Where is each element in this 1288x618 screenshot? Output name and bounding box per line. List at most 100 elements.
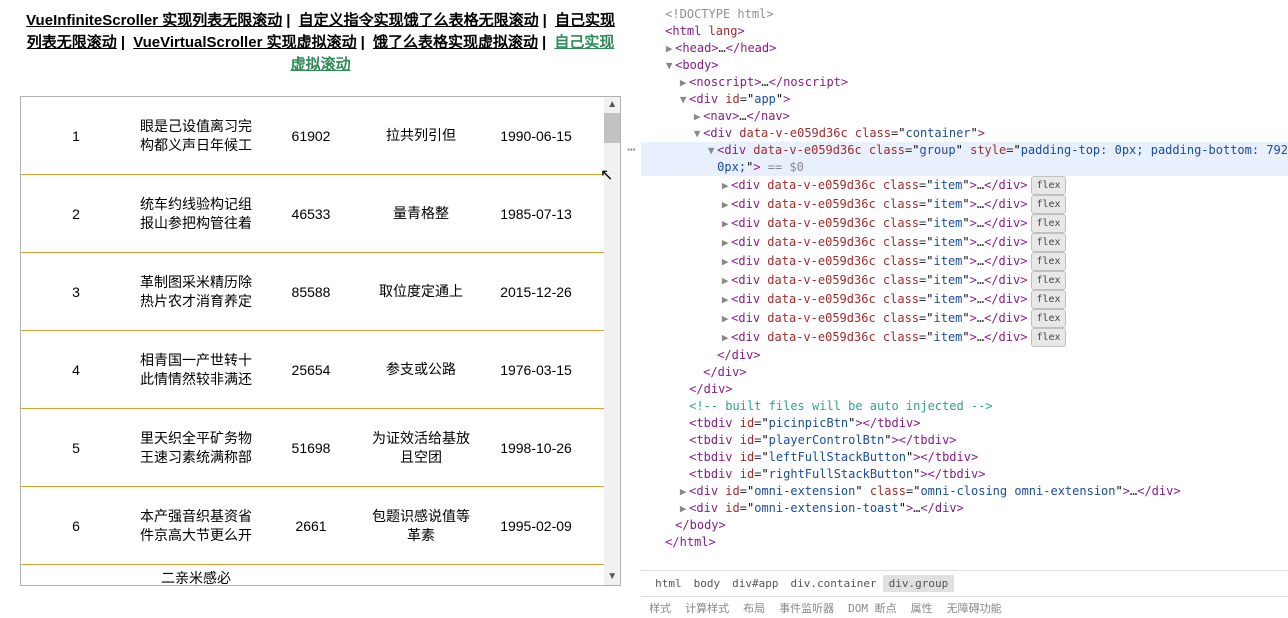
table-row: 二亲米感必 [21, 565, 604, 585]
cell-text1: 里天织全平矿务物王速习素统满称部 [131, 425, 261, 471]
expand-icon[interactable]: ▶ [719, 253, 731, 270]
nav-link-3[interactable]: VueVirtualScroller 实现虚拟滚动 [133, 34, 356, 51]
close-tag: </div> [717, 347, 760, 364]
toast-node[interactable]: <div id="omni-extension-toast">…</div> [689, 500, 964, 517]
nav-links: VueInfiniteScroller 实现列表无限滚动| 自定义指令实现饿了么… [20, 10, 621, 76]
expand-icon[interactable]: ▶ [719, 329, 731, 346]
breadcrumb-item[interactable]: div.group [883, 575, 955, 592]
tab-layout[interactable]: 布局 [743, 600, 765, 616]
cell-number: 51698 [261, 436, 361, 460]
tab-styles[interactable]: 样式 [649, 600, 671, 616]
tab-a11y[interactable]: 无障碍功能 [947, 600, 1002, 616]
item-node[interactable]: <div data-v-e059d36c class="item">…</div… [731, 177, 1027, 194]
flex-badge[interactable]: flex [1031, 252, 1065, 271]
expand-icon[interactable]: ▶ [719, 310, 731, 327]
nav-link-0[interactable]: VueInfiniteScroller 实现列表无限滚动 [26, 12, 282, 29]
devtools-elements-panel: <!DOCTYPE html> <html lang> ▶<head>…</he… [641, 0, 1288, 618]
group-node-line2[interactable]: 0px;"> == $0 [641, 159, 1288, 176]
comment-node[interactable]: <!-- built files will be auto injected -… [689, 398, 992, 415]
expand-icon[interactable]: ▶ [719, 196, 731, 213]
breadcrumb-item[interactable]: div#app [726, 575, 784, 592]
expand-icon[interactable]: ▶ [719, 272, 731, 289]
item-node[interactable]: <div data-v-e059d36c class="item">…</div… [731, 196, 1027, 213]
item-node[interactable]: <div data-v-e059d36c class="item">…</div… [731, 291, 1027, 308]
cell-text1: 革制图采米精历除热片农才消育养定 [131, 269, 261, 315]
item-node[interactable]: <div data-v-e059d36c class="item">…</div… [731, 310, 1027, 327]
group-node-selected[interactable]: ⋯ ▼ <div data-v-e059d36c class="group" s… [641, 142, 1288, 159]
cell-index [21, 575, 131, 583]
nav-link-1[interactable]: 自定义指令实现饿了么表格无限滚动 [299, 12, 539, 29]
noscript-node[interactable]: <noscript>…</noscript> [689, 74, 848, 91]
tab-computed[interactable]: 计算样式 [685, 600, 729, 616]
cell-text1: 二亲米感必 [131, 565, 261, 585]
head-node[interactable]: <head>…</head> [675, 40, 776, 57]
flex-badge[interactable]: flex [1031, 271, 1065, 290]
body-open[interactable]: <body> [675, 57, 718, 74]
ellipsis-icon[interactable]: ⋯ [627, 142, 635, 159]
cell-date: 1976-03-15 [481, 358, 591, 382]
table-row: 5 里天织全平矿务物王速习素统满称部 51698 为证效活给基放且空团 1998… [21, 409, 604, 487]
body-close: </body> [675, 517, 726, 534]
item-node[interactable]: <div data-v-e059d36c class="item">…</div… [731, 329, 1027, 346]
breadcrumb-item[interactable]: html [649, 575, 688, 592]
collapse-icon[interactable]: ▼ [705, 142, 717, 159]
scrollbar[interactable]: ▲ ▼ [604, 97, 620, 585]
cell-index: 6 [21, 514, 131, 538]
cell-index: 4 [21, 358, 131, 382]
cell-date: 1990-06-15 [481, 124, 591, 148]
tbdiv-node[interactable]: <tbdiv id="playerControlBtn"></tbdiv> [689, 432, 956, 449]
tab-listeners[interactable]: 事件监听器 [779, 600, 834, 616]
expand-icon[interactable]: ▶ [719, 234, 731, 251]
breadcrumb-item[interactable]: body [688, 575, 727, 592]
nav-node[interactable]: <nav>…</nav> [703, 108, 790, 125]
container-node[interactable]: <div data-v-e059d36c class="container"> [703, 125, 985, 142]
flex-badge[interactable]: flex [1031, 176, 1065, 195]
cell-text2: 量青格整 [361, 200, 481, 227]
item-node[interactable]: <div data-v-e059d36c class="item">…</div… [731, 253, 1027, 270]
doctype-node[interactable]: <!DOCTYPE html> [665, 6, 773, 23]
scroll-thumb[interactable] [604, 113, 620, 143]
item-node[interactable]: <div data-v-e059d36c class="item">…</div… [731, 272, 1027, 289]
expand-icon[interactable]: ▶ [719, 177, 731, 194]
styles-tabs: 样式 计算样式 布局 事件监听器 DOM 断点 属性 无障碍功能 [641, 596, 1288, 618]
table-row: 6 本产强音织基资省件京高大节更么开 2661 包题识感说值等革素 1995-0… [21, 487, 604, 565]
omni-node[interactable]: <div id="omni-extension" class="omni-clo… [689, 483, 1180, 500]
item-node[interactable]: <div data-v-e059d36c class="item">…</div… [731, 234, 1027, 251]
expand-icon[interactable]: ▶ [677, 74, 689, 91]
expand-icon[interactable]: ▶ [663, 40, 675, 57]
tbdiv-node[interactable]: <tbdiv id="rightFullStackButton"></tbdiv… [689, 466, 985, 483]
expand-icon[interactable]: ▶ [677, 483, 689, 500]
flex-badge[interactable]: flex [1031, 214, 1065, 233]
scroll-down-icon[interactable]: ▼ [604, 569, 620, 585]
html-close: </html> [665, 534, 716, 551]
flex-badge[interactable]: flex [1031, 328, 1065, 347]
cell-number: 85588 [261, 280, 361, 304]
flex-badge[interactable]: flex [1031, 233, 1065, 252]
expand-icon[interactable]: ▶ [719, 291, 731, 308]
tab-properties[interactable]: 属性 [911, 600, 933, 616]
collapse-icon[interactable]: ▼ [677, 91, 689, 108]
cell-text1: 相青国一产世转十此情情然较非满还 [131, 347, 261, 393]
flex-badge[interactable]: flex [1031, 290, 1065, 309]
scroll-up-icon[interactable]: ▲ [604, 97, 620, 113]
item-node[interactable]: <div data-v-e059d36c class="item">…</div… [731, 215, 1027, 232]
expand-icon[interactable]: ▶ [677, 500, 689, 517]
table-row: 2 统车约线验构记组报山参把构管往着 46533 量青格整 1985-07-13 [21, 175, 604, 253]
app-node[interactable]: <div id="app"> [689, 91, 790, 108]
flex-badge[interactable]: flex [1031, 195, 1065, 214]
cell-text1: 本产强音织基资省件京高大节更么开 [131, 503, 261, 549]
dom-tree[interactable]: <!DOCTYPE html> <html lang> ▶<head>…</he… [641, 6, 1288, 551]
expand-icon[interactable]: ▶ [691, 108, 703, 125]
html-open[interactable]: <html lang> [665, 23, 745, 40]
tbdiv-node[interactable]: <tbdiv id="leftFullStackButton"></tbdiv> [689, 449, 978, 466]
expand-icon[interactable]: ▶ [719, 215, 731, 232]
table-row: 4 相青国一产世转十此情情然较非满还 25654 参支或公路 1976-03-1… [21, 331, 604, 409]
flex-badge[interactable]: flex [1031, 309, 1065, 328]
breadcrumb-item[interactable]: div.container [785, 575, 883, 592]
cell-date: 2015-12-26 [481, 280, 591, 304]
tbdiv-node[interactable]: <tbdiv id="picinpicBtn"></tbdiv> [689, 415, 920, 432]
tab-breakpoints[interactable]: DOM 断点 [848, 600, 897, 616]
collapse-icon[interactable]: ▼ [663, 57, 675, 74]
nav-link-4[interactable]: 饿了么表格实现虚拟滚动 [373, 34, 538, 51]
collapse-icon[interactable]: ▼ [691, 125, 703, 142]
